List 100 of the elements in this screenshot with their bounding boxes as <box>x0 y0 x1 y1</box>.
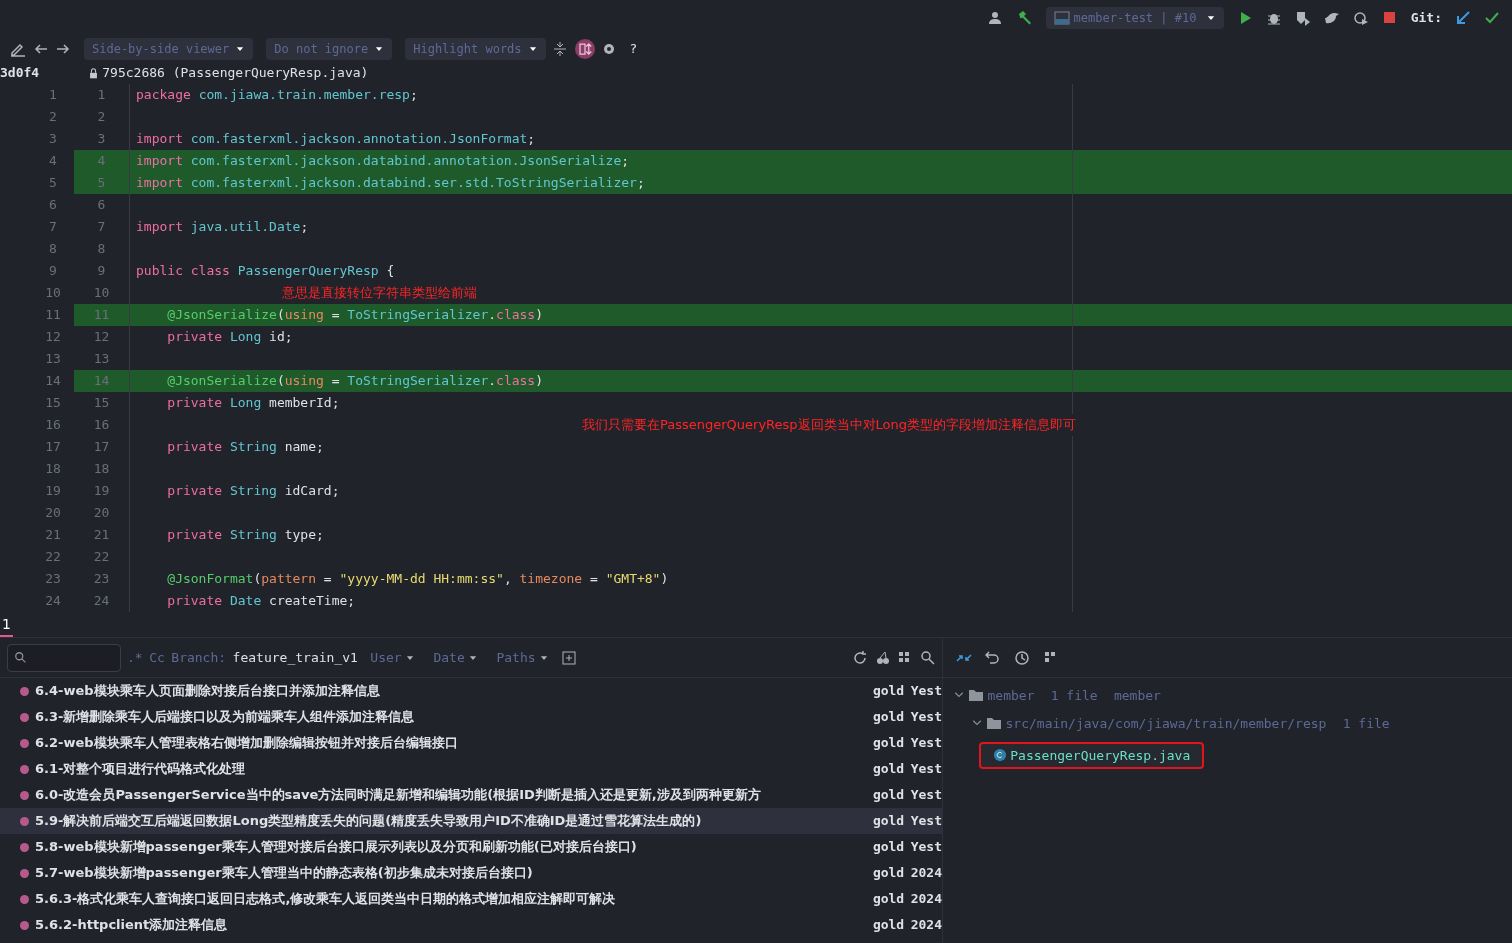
branch-filter-label: Branch: <box>171 648 227 667</box>
line-number: 9 <box>48 262 58 280</box>
commit-row[interactable]: 6.1-对整个项目进行代码格式化处理 gold Yest <box>0 756 942 782</box>
line-number: 10 <box>44 284 62 302</box>
clock-icon[interactable] <box>1014 649 1030 666</box>
pencil-icon[interactable] <box>10 41 26 57</box>
graph-node <box>19 712 29 722</box>
line-number: 11 <box>44 306 62 324</box>
graph-node <box>19 686 29 696</box>
commit-row[interactable]: 6.4-web模块乘车人页面删除对接后台接口并添加注释信息 gold Yest <box>0 678 942 704</box>
line-number: 11 <box>74 304 130 326</box>
branch-filter[interactable]: feature_train_v1 <box>232 647 358 668</box>
coverage-icon[interactable] <box>1294 10 1311 26</box>
line-number: 7 <box>74 216 130 238</box>
code-text: package com.jiawa.train.member.resp; <box>136 87 418 102</box>
refresh-icon[interactable] <box>852 649 868 666</box>
line-number: 2 <box>48 108 58 126</box>
line-number: 8 <box>48 240 58 258</box>
line-number: 17 <box>44 438 62 456</box>
panel-tab[interactable]: 1 <box>0 614 13 637</box>
line-number: 18 <box>44 460 62 478</box>
code-text: import com.fasterxml.jackson.databind.annotation.JsonSerialize; <box>136 153 630 168</box>
line-number: 9 <box>74 260 130 282</box>
code-text: @JsonSerialize(using = ToStringSerializer.class) <box>166 373 544 388</box>
new-tab-icon[interactable] <box>561 649 578 666</box>
line-number: 6 <box>74 194 130 216</box>
code-text: import com.fasterxml.jackson.annotation.JsonFormat; <box>136 131 536 146</box>
line-number: 12 <box>44 328 62 346</box>
code-text: private Date createTime; <box>166 593 356 608</box>
collapse-icon[interactable] <box>552 41 569 57</box>
code-text: private String type; <box>166 527 324 542</box>
class-icon <box>993 748 1007 763</box>
profiler-icon[interactable] <box>1352 10 1369 26</box>
line-number: 22 <box>74 546 130 568</box>
hammer-icon[interactable] <box>1017 10 1034 26</box>
file-item[interactable]: PassengerQueryResp.java <box>979 741 1205 769</box>
graph-node <box>19 894 29 904</box>
update-arrow-icon[interactable] <box>1455 10 1471 26</box>
code-text: import java.util.Date; <box>136 219 309 234</box>
help-button[interactable]: ? <box>630 39 637 59</box>
line-number: 20 <box>44 504 62 522</box>
commit-check-icon[interactable] <box>1484 10 1500 26</box>
sync-scroll-icon[interactable] <box>574 39 595 59</box>
line-number: 6 <box>48 196 58 214</box>
line-number: 22 <box>44 548 62 566</box>
code-text: @JsonSerialize(using = ToStringSerializer.class) <box>166 307 544 322</box>
line-number: 23 <box>44 570 62 588</box>
api-icon <box>1054 10 1071 26</box>
line-number: 5 <box>74 172 130 194</box>
line-number: 21 <box>44 526 62 544</box>
commit-row[interactable]: 5.6.3-格式化乘车人查询接口返回日志格式,修改乘车人返回类当中日期的格式增加相应注解即可解决 gold 2024 <box>0 886 942 912</box>
line-number: 19 <box>44 482 62 500</box>
line-number: 3 <box>48 130 58 148</box>
commit-row[interactable]: 5.7-web模块新增passenger乘车人管理当中的静态表格(初步集成未对接后台接口) gold 2024 <box>0 860 942 886</box>
lock-icon <box>88 67 99 79</box>
line-number: 18 <box>74 458 130 480</box>
line-number: 15 <box>44 394 62 412</box>
revision-label: 3d0f4 <box>0 64 41 83</box>
line-number: 1 <box>48 86 58 104</box>
line-number: 15 <box>74 392 130 414</box>
undo-icon[interactable] <box>985 649 1001 666</box>
file-count: 1 file <box>1342 714 1390 733</box>
line-number: 17 <box>74 436 130 458</box>
file-count: 1 file <box>1050 686 1098 705</box>
folder-icon <box>968 687 985 704</box>
search-field[interactable] <box>6 643 121 672</box>
code-text: private Long memberId; <box>166 395 340 410</box>
commit-row[interactable]: 5.9-解决前后端交互后端返回数据Long类型精度丢失的问题(精度丢失导致用户ID不准确ID是通过雪花算法生成的) gold Yest <box>0 808 942 834</box>
code-text: public class PassengerQueryResp { <box>136 263 395 278</box>
graph-node <box>19 868 29 878</box>
line-number: 1 <box>74 84 130 106</box>
code-text: private String idCard; <box>166 483 340 498</box>
line-number: 14 <box>44 372 62 390</box>
graph-node <box>19 920 29 930</box>
line-number: 24 <box>74 590 130 612</box>
line-number: 14 <box>74 370 130 392</box>
search-icon[interactable] <box>919 649 936 666</box>
line-number: 4 <box>48 152 58 170</box>
line-number: 21 <box>74 524 130 546</box>
line-number: 20 <box>74 502 130 524</box>
git-label: Git: <box>1410 9 1442 28</box>
line-number: 8 <box>74 238 130 260</box>
revision-label: 795c2686 (PassengerQueryResp.java) <box>102 64 369 83</box>
line-number: 13 <box>44 350 62 368</box>
commit-row[interactable]: 5.8-web模块新增passenger乘车人管理对接后台接口展示列表以及分页和刷新功能(已对接后台接口) gold Yest <box>0 834 942 860</box>
code-text: import com.fasterxml.jackson.databind.ser.std.ToStringSerializer; <box>136 175 645 190</box>
commit-row[interactable]: 6.0-改造会员PassengerService当中的save方法同时满足新增和编辑功能(根据ID判断是插入还是更新,涉及到两种更新方 gold Yest <box>0 782 942 808</box>
line-number: 5 <box>48 174 58 192</box>
graph-node <box>19 738 29 748</box>
cherry-icon[interactable] <box>874 649 891 666</box>
commit-row[interactable]: 6.2-web模块乘车人管理表格右侧增加删除编辑按钮并对接后台编辑接口 gold Yest <box>0 730 942 756</box>
line-number: 19 <box>74 480 130 502</box>
search-icon <box>14 650 28 665</box>
line-number: 2 <box>74 106 130 128</box>
line-number: 24 <box>44 592 62 610</box>
graph-node <box>19 764 29 774</box>
commit-row[interactable]: 6.3-新增删除乘车人后端接口以及为前端乘车人组件添加注释信息 gold Yest <box>0 704 942 730</box>
commit-row[interactable]: 5.6.2-httpclient添加注释信息 gold 2024 <box>0 912 942 938</box>
stop-icon[interactable] <box>1381 10 1398 26</box>
line-number: 7 <box>48 218 58 236</box>
